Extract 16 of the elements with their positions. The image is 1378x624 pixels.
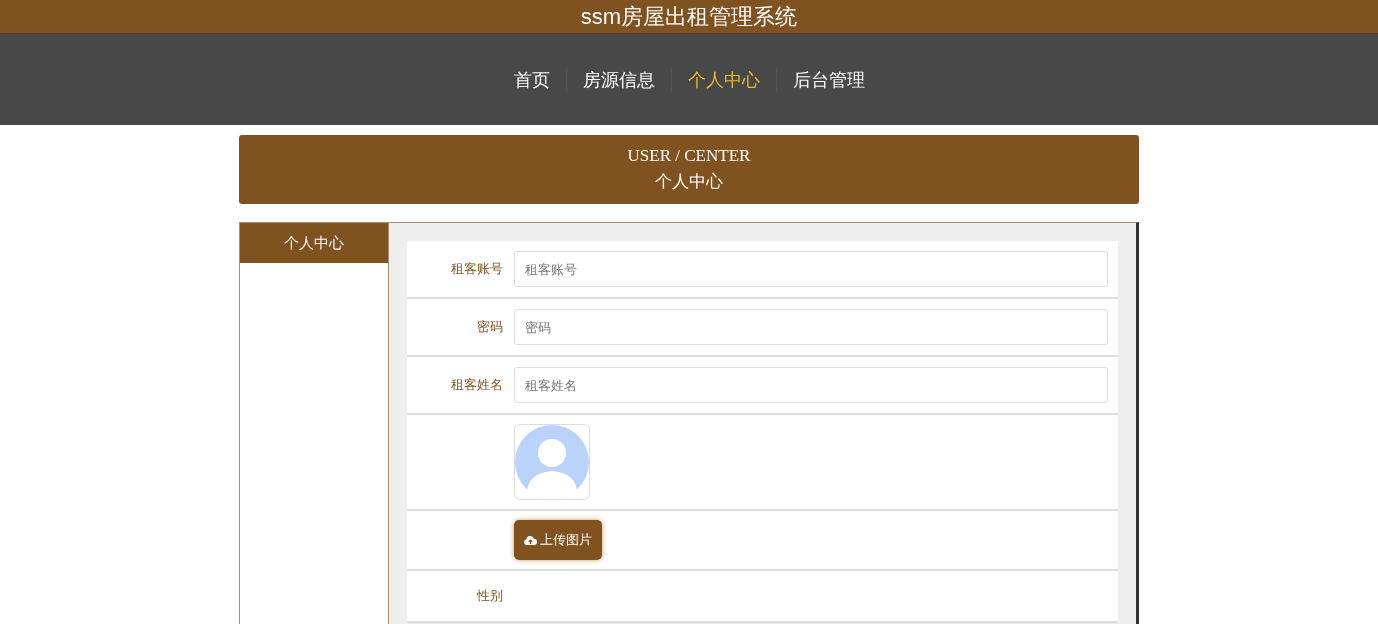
nav-link[interactable]: 后台管理 (788, 61, 869, 98)
field-label: 密码 (476, 318, 504, 336)
upload-button[interactable]: 上传图片 (514, 520, 602, 560)
banner-title: 个人中心 (655, 171, 723, 193)
input-field[interactable]: 租客账号 (514, 251, 1108, 287)
field-label: 性别 (476, 587, 504, 605)
input-field[interactable]: 密码 (514, 309, 1108, 345)
nav-link[interactable]: 首页 (509, 61, 554, 98)
field-label: 租客姓名 (450, 376, 504, 394)
sidebar-item[interactable]: 个人中心 (240, 223, 388, 263)
site-title: ssm房屋出租管理系统 (580, 2, 798, 31)
input-field[interactable]: 租客姓名 (514, 367, 1108, 403)
banner-subtitle: USER / CENTER (627, 146, 751, 166)
nav-link[interactable]: 个人中心 (683, 61, 764, 98)
field-label: 租客账号 (450, 260, 504, 278)
nav-link[interactable]: 房源信息 (578, 61, 659, 98)
